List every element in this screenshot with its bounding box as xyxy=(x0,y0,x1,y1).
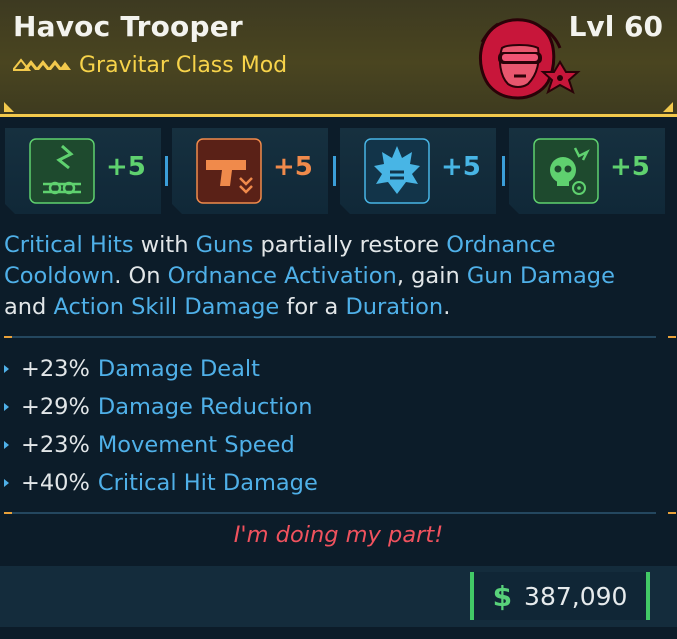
stat-label: Critical Hit Damage xyxy=(97,470,318,496)
item-header: Havoc Trooper Lvl 60 Gravitar Class Mod xyxy=(0,0,677,117)
divider-tick xyxy=(4,336,12,338)
skill-bonus-value: +5 xyxy=(106,152,146,182)
character-portrait-icon xyxy=(478,18,581,100)
pistol-skill-icon xyxy=(196,138,262,204)
description-text: . xyxy=(443,294,451,320)
shield-burst-skill-icon xyxy=(364,138,430,204)
description-text: . On xyxy=(114,263,168,289)
keyword: Critical Hits xyxy=(4,232,134,258)
description-text: and xyxy=(4,294,54,320)
section-divider xyxy=(4,336,676,338)
skill-bonus-value: +5 xyxy=(441,152,481,182)
stat-label: Damage Reduction xyxy=(97,394,313,420)
bullet-arrow-icon xyxy=(4,365,9,373)
skill-slot-2[interactable]: +5 xyxy=(172,128,328,214)
description-text: with xyxy=(133,232,196,258)
skill-divider xyxy=(502,156,505,186)
section-divider xyxy=(4,512,676,514)
stat-value: +40% xyxy=(21,470,90,496)
stat-label: Damage Dealt xyxy=(97,356,261,382)
skill-slot-3[interactable]: +5 xyxy=(340,128,496,214)
stat-list: +23% Damage Dealt +29% Damage Reduction … xyxy=(4,350,644,502)
stat-row: +40% Critical Hit Damage xyxy=(4,464,644,502)
divider-tick xyxy=(4,512,12,514)
header-corner-left xyxy=(4,102,14,112)
gravity-chevron-skill-icon xyxy=(29,138,95,204)
skill-divider xyxy=(165,156,168,186)
item-card: Havoc Trooper Lvl 60 Gravitar Class Mod xyxy=(0,0,677,639)
bullet-arrow-icon xyxy=(4,479,9,487)
divider-tick xyxy=(668,336,676,338)
keyword: Guns xyxy=(195,232,254,258)
item-name: Havoc Trooper xyxy=(13,10,243,43)
header-corner-right xyxy=(663,102,673,112)
skill-bonus-value: +5 xyxy=(610,152,650,182)
keyword: Ordnance Activation xyxy=(167,263,397,289)
stat-row: +23% Movement Speed xyxy=(4,426,644,464)
currency-dollar-icon: $ xyxy=(492,579,513,613)
skill-divider xyxy=(333,156,336,186)
bullet-arrow-icon xyxy=(4,441,9,449)
description-text: , gain xyxy=(396,263,467,289)
price-amount: 387,090 xyxy=(524,581,628,611)
flavor-text: I'm doing my part! xyxy=(233,522,444,548)
class-mod-line: Gravitar Class Mod xyxy=(13,52,287,78)
stat-label: Movement Speed xyxy=(97,432,295,458)
description-text: partially restore xyxy=(253,232,447,258)
price-box: $ 387,090 xyxy=(470,572,650,620)
class-mod-label: Gravitar Class Mod xyxy=(79,52,288,78)
stat-row: +29% Damage Reduction xyxy=(4,388,644,426)
divider-tick xyxy=(668,512,676,514)
rarity-chevrons-icon xyxy=(13,58,71,71)
skill-slot-1[interactable]: +5 xyxy=(5,128,161,214)
keyword: Duration xyxy=(345,294,444,320)
stat-value: +23% xyxy=(21,356,90,382)
item-description: Critical Hits with Guns partially restor… xyxy=(4,230,664,323)
stat-row: +23% Damage Dealt xyxy=(4,350,644,388)
skill-slot-4[interactable]: +5 xyxy=(509,128,665,214)
skull-radiation-skill-icon xyxy=(533,138,599,204)
skill-bonus-row: +5 +5 +5 +5 xyxy=(0,128,677,216)
stat-value: +23% xyxy=(21,432,90,458)
bullet-arrow-icon xyxy=(4,403,9,411)
description-text: for a xyxy=(279,294,346,320)
keyword: Action Skill Damage xyxy=(53,294,280,320)
stat-value: +29% xyxy=(21,394,90,420)
skill-bonus-value: +5 xyxy=(273,152,313,182)
price-footer: $ 387,090 xyxy=(0,566,677,627)
keyword: Gun Damage xyxy=(466,263,615,289)
